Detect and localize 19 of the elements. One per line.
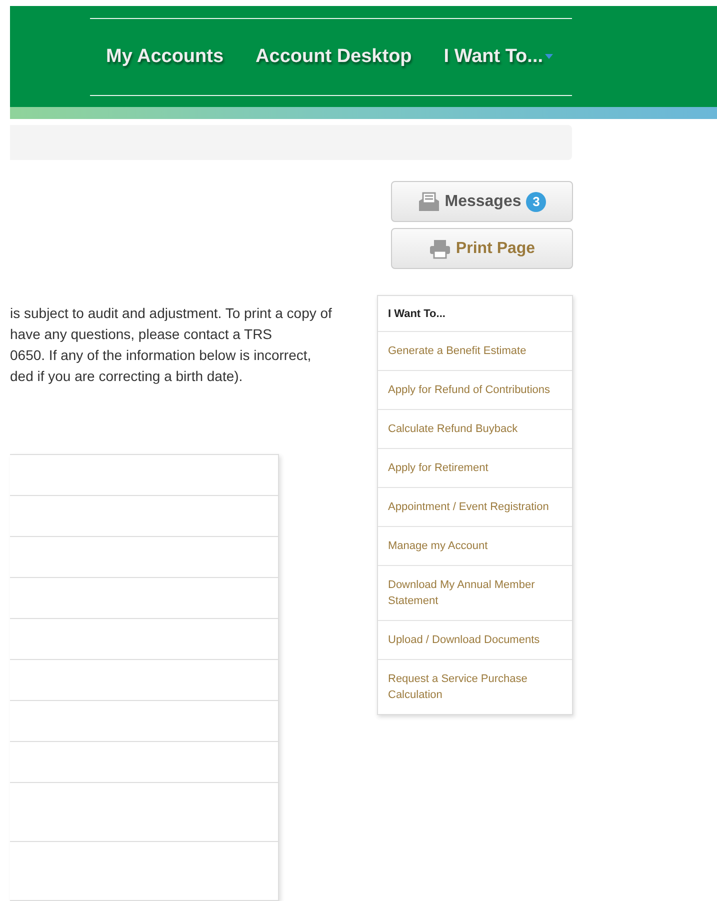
panel-link[interactable]: Calculate Refund Buyback	[378, 409, 572, 448]
messages-button[interactable]: Messages 3	[391, 181, 573, 222]
print-page-button[interactable]: Print Page	[391, 228, 573, 269]
panel-link[interactable]: Download My Annual Member Statement	[378, 565, 572, 620]
printer-icon	[428, 238, 451, 258]
nav-link[interactable]: I Want To...	[444, 46, 553, 68]
panel-link[interactable]: Manage my Account	[378, 526, 572, 565]
nav-link[interactable]: Account Desktop	[256, 46, 412, 68]
panel-link[interactable]: Upload / Download Documents	[378, 620, 572, 659]
panel-link[interactable]: Apply for Retirement	[378, 448, 572, 487]
nav-link[interactable]: My Accounts	[106, 46, 224, 68]
panel-link[interactable]: Appointment / Event Registration	[378, 487, 572, 526]
panel-link[interactable]: Generate a Benefit Estimate	[378, 331, 572, 370]
panel-link[interactable]: Apply for Refund of Contributions	[378, 370, 572, 409]
intro-text: is subject to audit and adjustment. To print a copy of have any questions, please contact a TRS 0650. If any of the information below is incorrect, ded if you are correcting a birth date).	[10, 304, 333, 386]
panel-title: I Want To...	[387, 307, 446, 322]
count-badge: 3	[526, 192, 546, 212]
panel-link[interactable]: Request a Service Purchase Calculation	[378, 659, 572, 714]
caret-icon	[545, 54, 553, 59]
